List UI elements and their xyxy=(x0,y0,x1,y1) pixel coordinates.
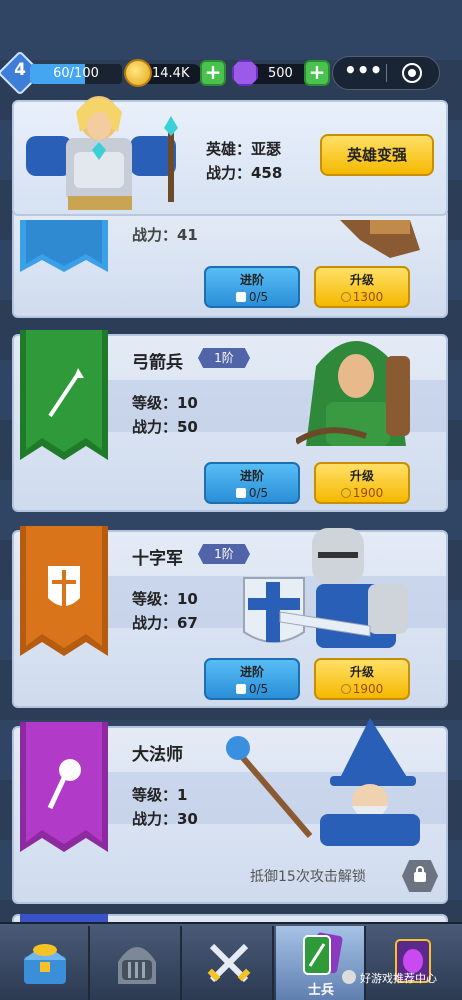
top-bar: 4 60/100 14.4K + 500 + ••• xyxy=(0,50,462,96)
coin-icon xyxy=(340,488,351,498)
archer-character xyxy=(296,341,410,446)
nav-tab-spells[interactable] xyxy=(368,926,458,1000)
advance-label: 进阶 xyxy=(239,665,264,679)
advance-button[interactable]: 进阶 0/5 xyxy=(204,462,300,504)
upgrade-label: 升级 xyxy=(349,665,374,679)
advance-progress: 0/5 xyxy=(248,682,269,696)
crossed-swords-icon xyxy=(207,943,251,983)
upgrade-cost: 1900 xyxy=(352,486,384,500)
archmage-banner xyxy=(20,722,108,852)
unit-name-archer: 弓箭兵 xyxy=(132,353,183,373)
puzzle-piece-icon xyxy=(235,684,246,694)
unit-character-partial xyxy=(340,220,420,258)
upgrade-button[interactable]: 升级 1900 xyxy=(314,462,410,504)
coin-icon xyxy=(340,292,351,302)
add-coins-button[interactable]: + xyxy=(200,60,226,86)
crusader-character xyxy=(243,528,408,648)
archer-banner xyxy=(20,330,108,460)
upgrade-cost: 1300 xyxy=(352,290,384,304)
unit-name-crusader: 十字军 xyxy=(132,549,183,569)
crusader-banner xyxy=(20,526,108,656)
puzzle-piece-icon xyxy=(235,292,246,302)
soldier-cards-icon xyxy=(303,932,343,975)
upgrade-button[interactable]: 升级 1900 xyxy=(314,658,410,700)
coin-icon xyxy=(124,59,152,87)
lock-shackle-icon xyxy=(416,866,424,874)
unit-banner-partial xyxy=(20,220,108,272)
unit-power-partial: 战力：41 xyxy=(132,226,198,244)
watermark-text: 好游戏推荐中心 xyxy=(360,972,437,985)
unit-level: 等级：10 xyxy=(132,394,198,412)
nav-tab-soldiers[interactable]: 士兵 xyxy=(276,926,366,1000)
upgrade-label: 升级 xyxy=(349,469,374,483)
unit-level: 等级：1 xyxy=(132,786,188,804)
archmage-character xyxy=(226,718,420,846)
hero-portrait xyxy=(26,96,178,210)
nav-tab-hero[interactable] xyxy=(92,926,182,1000)
hero-strengthen-button[interactable]: 英雄变强 xyxy=(320,134,434,176)
unit-level: 等级：10 xyxy=(132,590,198,608)
nav-tab-shop[interactable] xyxy=(0,926,90,1000)
tier-badge: 1阶 xyxy=(198,348,250,368)
close-miniprogram-icon[interactable] xyxy=(402,63,422,83)
advance-label: 进阶 xyxy=(239,273,264,287)
unit-power: 战力：50 xyxy=(132,418,198,436)
more-icon[interactable]: ••• xyxy=(344,60,382,82)
puzzle-piece-icon xyxy=(235,488,246,498)
advance-button[interactable]: 进阶 0/5 xyxy=(204,266,300,308)
coin-amount: 14.4K xyxy=(152,66,190,81)
upgrade-button[interactable]: 升级 1300 xyxy=(314,266,410,308)
unit-power: 战力：30 xyxy=(132,810,198,828)
knight-helmet-icon xyxy=(118,947,156,984)
hero-power: 战力：458 xyxy=(206,164,283,182)
unit-name-archmage: 大法师 xyxy=(132,745,183,765)
advance-label: 进阶 xyxy=(239,469,264,483)
bottom-nav: 士兵 xyxy=(0,922,462,1000)
watermark-icon xyxy=(342,970,356,984)
hero-name: 英雄：亚瑟 xyxy=(206,140,282,158)
capsule-divider xyxy=(386,64,387,82)
unit-power: 战力：67 xyxy=(132,614,198,632)
xp-text: 60/100 xyxy=(53,66,99,81)
nav-tab-battle[interactable] xyxy=(184,926,274,1000)
unlock-condition-text: 抵御15次攻击解锁 xyxy=(250,869,366,885)
advance-progress: 0/5 xyxy=(248,290,269,304)
add-gems-button[interactable]: + xyxy=(304,60,330,86)
treasure-chest-icon xyxy=(24,944,66,984)
advance-button[interactable]: 进阶 0/5 xyxy=(204,658,300,700)
upgrade-label: 升级 xyxy=(349,273,374,287)
coin-icon xyxy=(340,684,351,694)
upgrade-cost: 1900 xyxy=(352,682,384,696)
gem-amount: 500 xyxy=(268,66,293,81)
advance-progress: 0/5 xyxy=(248,486,269,500)
